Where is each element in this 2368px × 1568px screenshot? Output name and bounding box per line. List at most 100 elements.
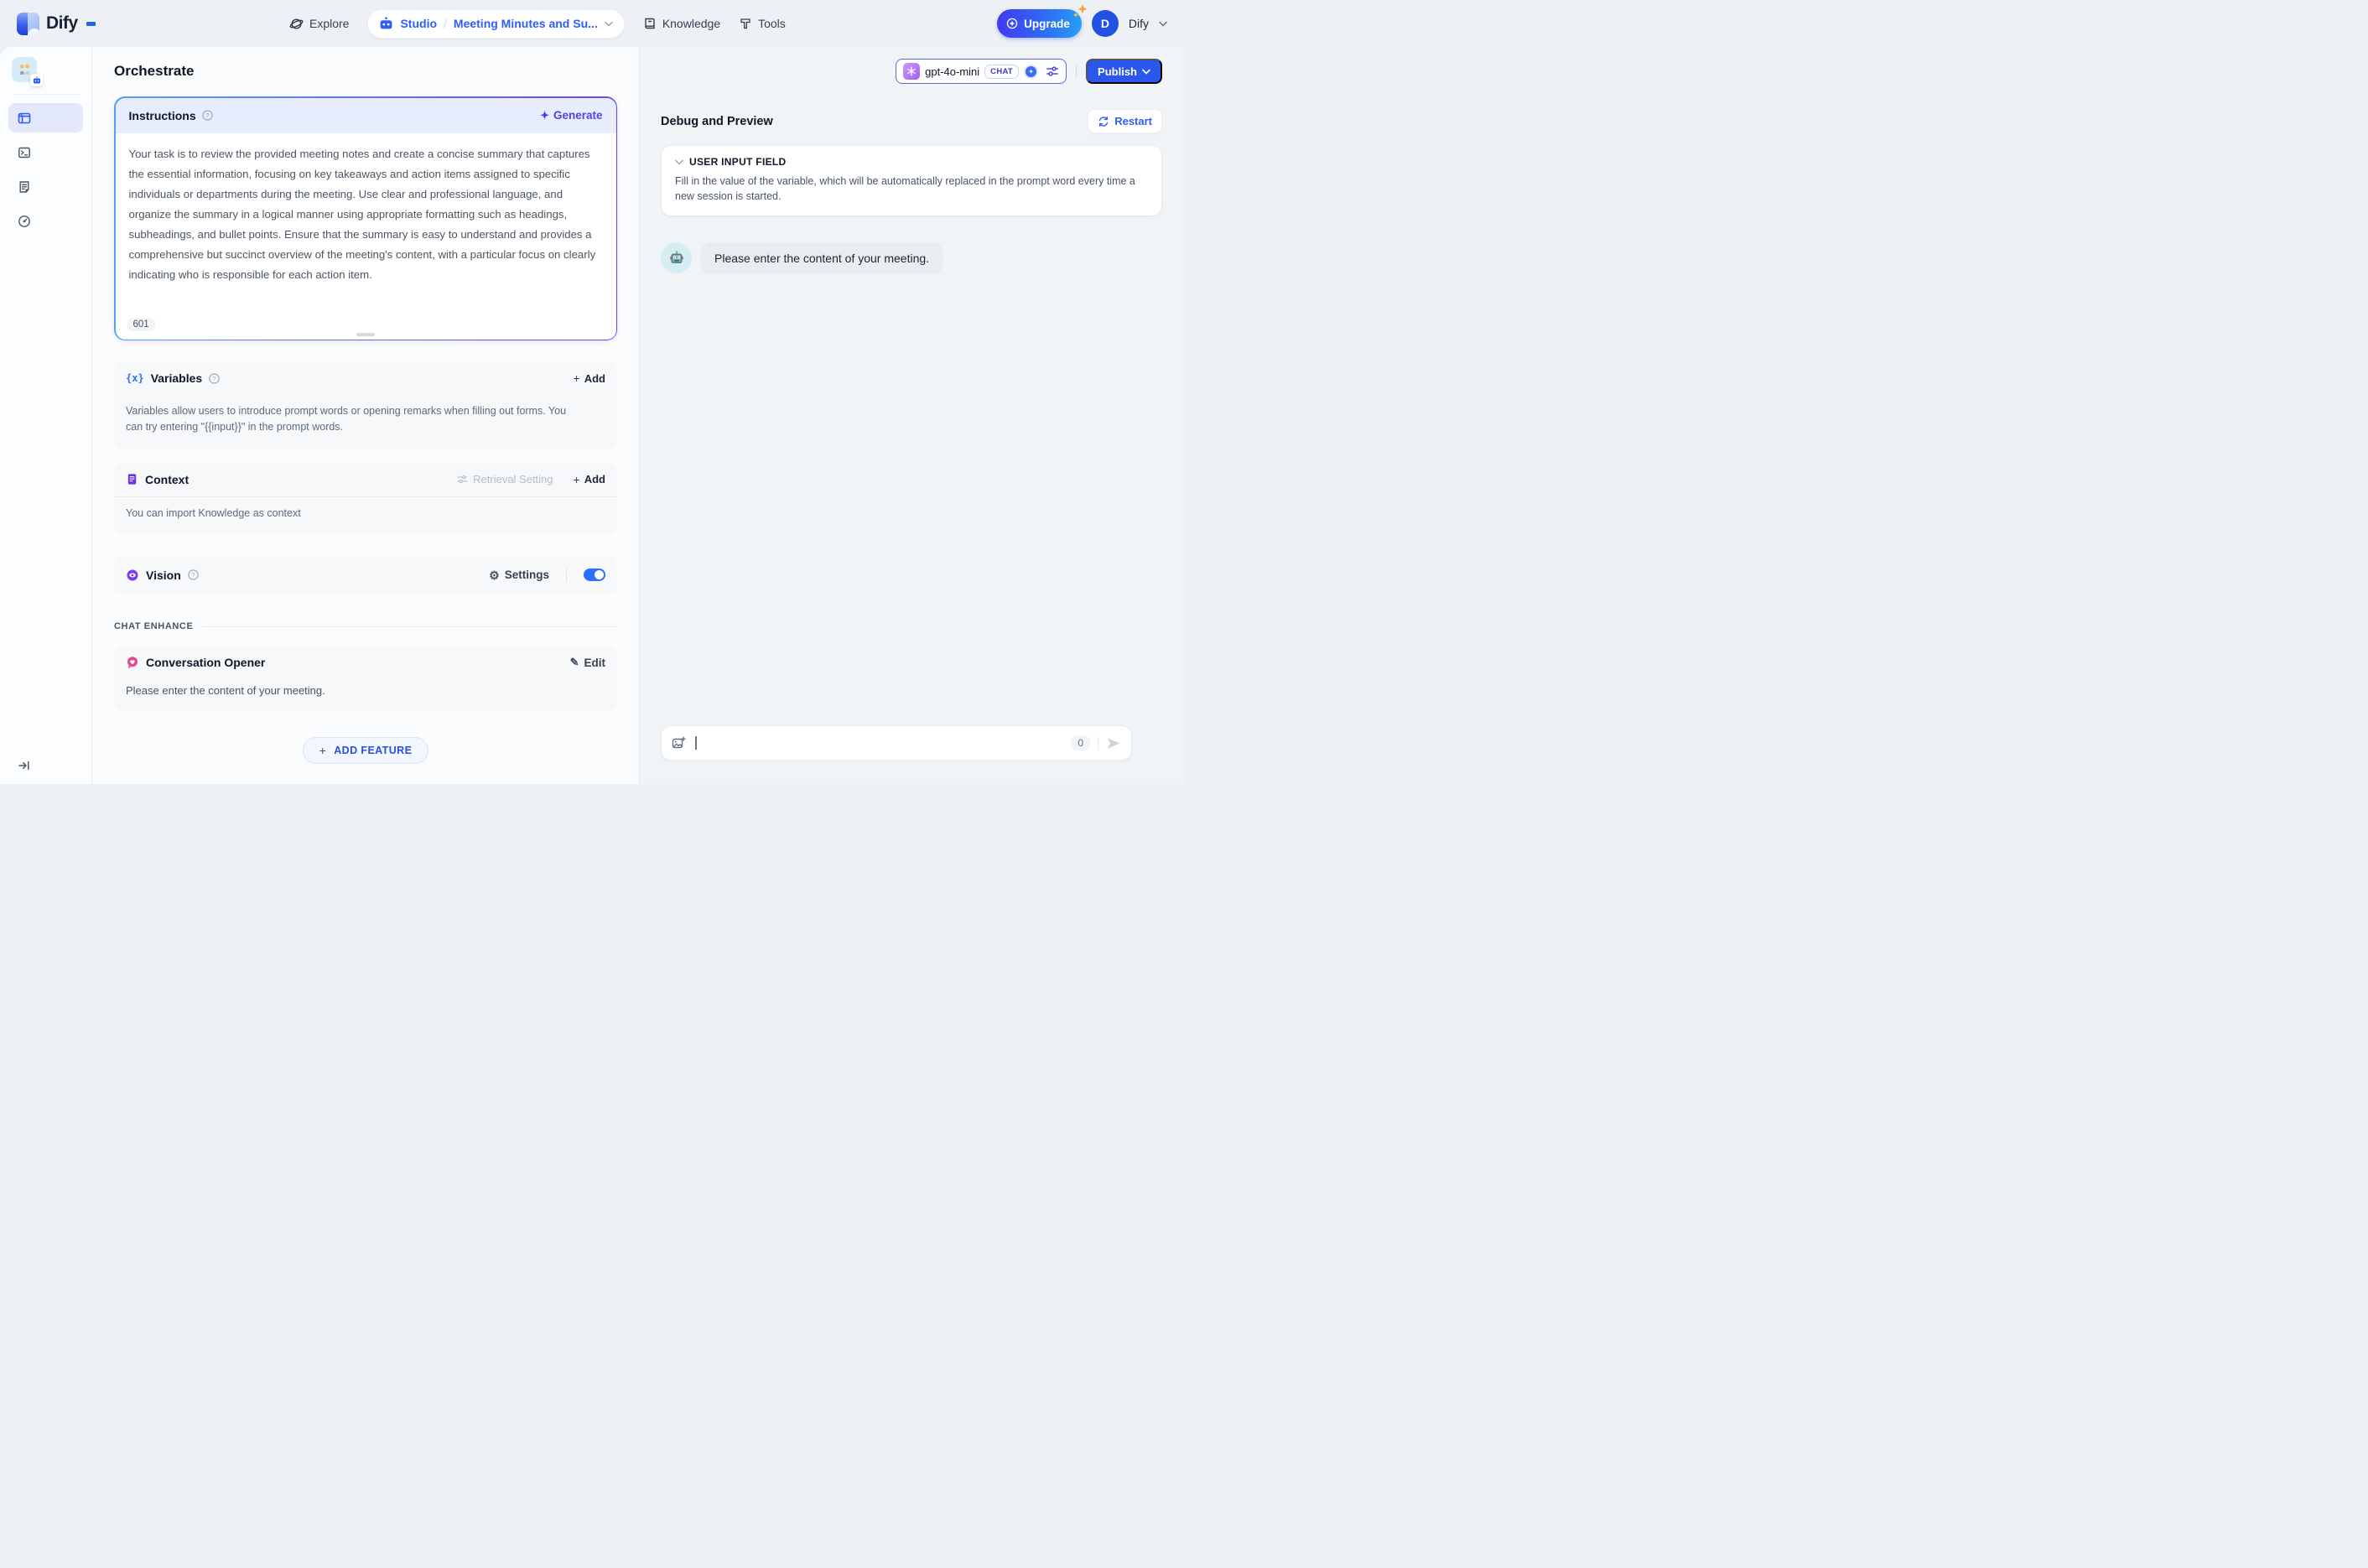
retrieval-setting-button[interactable]: Retrieval Setting (457, 473, 553, 485)
assistant-message: Please enter the content of your meeting… (661, 242, 1162, 275)
char-count-badge: 0 (1071, 735, 1090, 750)
breadcrumb-app-name[interactable]: Meeting Minutes and Su... (454, 17, 598, 30)
breadcrumb-studio[interactable]: Studio (400, 17, 437, 30)
upgrade-label: Upgrade (1024, 17, 1070, 30)
nav-knowledge-label: Knowledge (662, 17, 721, 30)
vision-eye-icon (127, 569, 138, 581)
chevron-down-icon (675, 159, 683, 165)
add-feature-button[interactable]: + ADD FEATURE (302, 737, 429, 765)
message-heart-icon (127, 657, 138, 669)
expand-sidebar-button[interactable] (8, 759, 83, 772)
context-document-icon (127, 474, 137, 485)
instructions-footer: 601 (116, 306, 616, 340)
help-icon[interactable]: ? (188, 569, 199, 580)
chat-preview-area: Please enter the content of your meeting… (661, 242, 1162, 725)
account-name[interactable]: Dify (1129, 17, 1149, 30)
variables-header: {x} Variables ? + Add (114, 361, 617, 395)
dify-logo[interactable]: Dify (17, 12, 96, 35)
add-context-button[interactable]: + Add (574, 473, 605, 485)
dify-logo-icon (17, 12, 39, 35)
assistant-message-bubble: Please enter the content of your meeting… (700, 242, 944, 275)
context-header: Context Retrieval Setting + Add (114, 463, 617, 496)
app-icon[interactable] (12, 57, 43, 86)
gear-icon: ⚙ (489, 568, 500, 582)
instructions-textarea[interactable]: Your task is to review the provided meet… (116, 133, 616, 306)
variables-section: {x} Variables ? + Add Variables allow us… (114, 361, 617, 449)
account-area: Upgrade D Dify (997, 4, 1167, 38)
edit-opener-button[interactable]: ✎ Edit (570, 656, 605, 669)
svg-text:?: ? (191, 571, 195, 579)
debug-panel: gpt-4o-mini CHAT ✦ Publish Debug and Pre… (639, 47, 1184, 784)
generate-button[interactable]: ✦ Generate (540, 109, 602, 122)
chat-message-input[interactable] (701, 736, 1072, 750)
sidebar-item-logs[interactable] (8, 172, 83, 201)
plus-icon: + (573, 472, 580, 486)
debug-title: Debug and Preview (661, 114, 773, 128)
send-icon[interactable] (1106, 736, 1121, 750)
workspace: Orchestrate Instructions ? ✦ Generate Yo… (0, 47, 1184, 784)
add-image-icon[interactable] (672, 736, 686, 750)
word-count-badge: 601 (127, 317, 155, 331)
help-icon[interactable]: ? (201, 110, 213, 121)
user-input-field-header[interactable]: USER INPUT FIELD (675, 156, 1148, 168)
sidebar-divider (12, 94, 80, 95)
sidebar-item-api[interactable] (8, 138, 83, 167)
log-document-icon (19, 180, 29, 193)
nav-explore-label: Explore (309, 17, 350, 30)
restart-label: Restart (1114, 115, 1152, 127)
user-input-field-card: USER INPUT FIELD Fill in the value of th… (661, 145, 1162, 217)
model-parameters-icon[interactable] (1046, 65, 1059, 78)
divider (203, 626, 617, 627)
conversation-opener-title: Conversation Opener (146, 656, 266, 670)
refresh-icon (1099, 116, 1109, 127)
orchestrate-panel: Orchestrate Instructions ? ✦ Generate Yo… (92, 47, 639, 784)
model-mode-badge: CHAT (984, 64, 1020, 79)
publish-button[interactable]: Publish (1086, 59, 1162, 84)
add-variable-button[interactable]: + Add (574, 372, 605, 385)
publish-label: Publish (1098, 65, 1137, 78)
sparkle-star-icon: ✦ (540, 109, 549, 122)
people-emoji-icon (19, 64, 29, 75)
nav-tools[interactable]: Tools (739, 17, 786, 30)
chevron-down-icon[interactable] (605, 20, 613, 28)
gauge-icon (18, 215, 30, 227)
nav-tools-label: Tools (758, 17, 786, 30)
nav-explore[interactable]: Explore (289, 17, 349, 31)
chat-enhance-label: CHAT ENHANCE (114, 621, 194, 632)
vision-settings-label: Settings (504, 569, 549, 582)
vision-title: Vision (146, 568, 181, 582)
chevron-down-icon (1142, 69, 1150, 75)
vision-settings-button[interactable]: ⚙ Settings (489, 569, 549, 581)
retrieval-setting-label: Retrieval Setting (473, 473, 553, 486)
bot-avatar (661, 242, 692, 274)
conversation-opener-text: Please enter the content of your meeting… (126, 684, 325, 698)
app-mode-robot-badge (30, 74, 43, 86)
resize-handle[interactable] (356, 332, 375, 336)
text-caret (695, 736, 697, 750)
context-description: You can import Knowledge as context (126, 506, 301, 519)
generate-label: Generate (553, 109, 603, 122)
tsquare-icon (739, 17, 752, 30)
user-avatar[interactable]: D (1091, 10, 1119, 37)
model-selector[interactable]: gpt-4o-mini CHAT ✦ (896, 59, 1067, 84)
variables-icon: {x} (126, 372, 144, 384)
nav-knowledge[interactable]: Knowledge (643, 17, 720, 30)
plus-icon: + (319, 744, 327, 758)
user-input-field-title: USER INPUT FIELD (689, 156, 787, 168)
sliders-icon (457, 475, 468, 484)
restart-button[interactable]: Restart (1088, 109, 1162, 133)
upgrade-button[interactable]: Upgrade (997, 4, 1088, 38)
robot-icon (379, 16, 393, 31)
chevron-down-icon[interactable] (1159, 20, 1167, 28)
logo-underscore (86, 21, 96, 26)
svg-text:?: ? (213, 375, 216, 382)
plus-icon: + (573, 371, 580, 385)
vision-section: Vision ? ⚙ Settings (114, 556, 617, 594)
breadcrumb-separator: / (444, 17, 447, 30)
sidebar-item-monitoring[interactable] (8, 206, 83, 236)
help-icon[interactable]: ? (209, 372, 220, 384)
add-feature-label: ADD FEATURE (334, 745, 413, 757)
sidebar-item-orchestrate[interactable] (8, 103, 83, 132)
svg-text:?: ? (205, 112, 209, 119)
vision-toggle[interactable] (584, 569, 605, 582)
